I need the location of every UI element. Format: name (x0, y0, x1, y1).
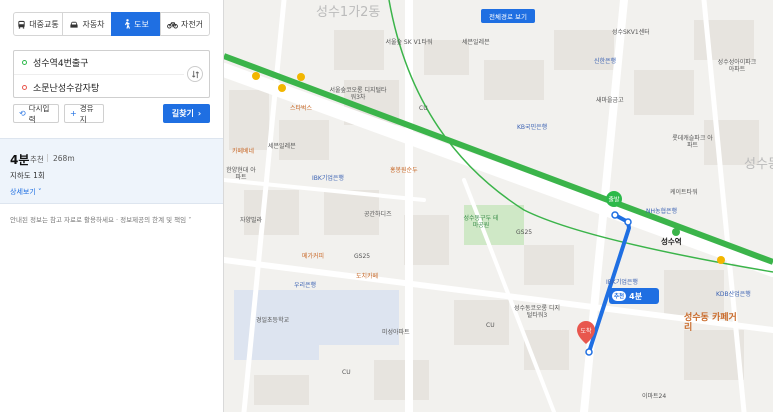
start-field-value: 성수역4번출구 (33, 59, 89, 69)
place-label: 서울숲 SK V1타워 (385, 39, 433, 46)
store-label: CU (486, 322, 495, 329)
place-label: 케이트타워 (670, 189, 698, 196)
store-label: GS25 (354, 253, 371, 260)
route-time: 4분 (10, 153, 30, 167)
bank-label: KB국민은행 (517, 124, 548, 131)
end-field-value: 소문난성수감자탕 (33, 83, 100, 94)
full-route-label: 전체경로 보기 (489, 13, 527, 21)
route-distance: 268m (53, 154, 75, 163)
bike-icon (167, 20, 178, 29)
store-label: 세븐일레븐 (268, 143, 296, 150)
notice-text: 안내된 정보는 참고 자료로 활용하세요 · 정보제공의 한계 및 책임 (10, 216, 187, 224)
tab-bike[interactable]: 자전거 (160, 12, 210, 36)
poi-label: 스타벅스 (290, 105, 313, 112)
swap-icon (191, 70, 199, 78)
info-notice: 안내된 정보는 참고 자료로 활용하세요 · 정보제공의 한계 및 책임 ˅ (10, 214, 191, 224)
route-time-bubble[interactable]: 추천 4분 (609, 288, 659, 304)
store-label: 이마트24 (642, 393, 667, 400)
search-route-label: 길찾기 (171, 109, 194, 118)
store-label: GS25 (516, 229, 533, 236)
poi-label: 메가커피 (302, 253, 325, 260)
map-view[interactable]: 출발 도착 성수1가2동 성수동 성수동 카페거리 성수역 성수동구두 테마공원… (224, 0, 773, 412)
place-label: 한양현대 아파트 (226, 167, 256, 181)
route-result[interactable]: 4분 추천 | 268m 지하도 1회 상세보기 ˅ (0, 138, 223, 204)
add-waypoint-button[interactable]: + 경유지 (64, 103, 104, 124)
tab-transit-label: 대중교통 (29, 19, 59, 29)
tab-car[interactable]: 자동차 (62, 12, 112, 36)
end-field[interactable]: 소문난성수감자탕 (14, 75, 184, 99)
place-label: 성수성아이파크 아파트 (717, 59, 757, 73)
tab-walk[interactable]: 도보 (111, 12, 161, 36)
station-label: 성수역 (661, 237, 682, 246)
bank-label: KDB산업은행 (716, 291, 751, 298)
refresh-icon: ⟲ (19, 109, 26, 118)
bank-label: 우리은행 (294, 282, 317, 289)
walk-icon (123, 19, 131, 29)
detail-link-label: 상세보기 (10, 188, 36, 196)
tab-bike-label: 자전거 (180, 19, 204, 29)
start-marker-label: 출발 (608, 196, 620, 204)
route-panel: 대중교통 자동차 도보 자전거 성수역4번출구 소문난성수감자탕 ⟲ 다시입력 … (0, 0, 224, 412)
place-label: 성수SKV1센터 (612, 29, 650, 36)
detail-link[interactable]: 상세보기 ˅ (10, 187, 42, 197)
chevron-down-icon: ˅ (38, 188, 42, 196)
place-label: 공간하디즈 (364, 211, 392, 218)
poi-label: 홍봉원순두 (390, 167, 418, 174)
route-node (611, 211, 619, 219)
area-label: 성수동 (744, 157, 773, 172)
swap-button[interactable] (187, 66, 203, 82)
school-zone (234, 290, 319, 360)
park-label: 성수동구두 테마공원 (463, 215, 499, 229)
bank-label: NH농협은행 (646, 208, 678, 215)
reset-label: 다시입력 (28, 103, 50, 124)
bank-label: 신한은행 (594, 58, 617, 65)
route-time-map: 4분 (629, 291, 643, 301)
reset-button[interactable]: ⟲ 다시입력 (13, 103, 59, 124)
start-field[interactable]: 성수역4번출구 (14, 51, 184, 75)
end-marker-label: 도착 (580, 327, 592, 335)
waypoint-label: 경유지 (79, 103, 94, 124)
chevron-right-icon: › (197, 109, 202, 118)
chevron-down-icon: ˅ (188, 216, 192, 224)
place-label: 미성아파트 (382, 329, 410, 336)
bus-icon (17, 20, 26, 29)
bank-label: IBK기업은행 (606, 279, 638, 286)
bank-label: IBK기업은행 (312, 175, 344, 182)
area-label: 성수1가2동 (316, 5, 381, 20)
store-label: CU (342, 369, 351, 376)
full-route-button[interactable]: 전체경로 보기 (481, 9, 535, 23)
school-label: 경일초등학교 (256, 317, 290, 324)
store-label: CU (419, 105, 428, 112)
place-label: 새마을금고 (596, 97, 624, 104)
district-label: 성수동 카페거리 (684, 313, 737, 333)
place-label: 롯데캐슬파크 아파트 (672, 135, 713, 149)
car-icon (69, 20, 79, 29)
map-canvas: 출발 도착 (224, 0, 773, 412)
separator: | (46, 153, 49, 162)
place-label: 자양빌라 (240, 217, 263, 224)
poi-label: 카페베네 (232, 148, 255, 155)
tab-car-label: 자동차 (82, 19, 105, 29)
route-crossings: 지하도 1회 (10, 171, 45, 180)
route-node (585, 348, 593, 356)
transport-mode-tabs: 대중교통 자동차 도보 자전거 (13, 12, 210, 36)
place-label: 서울숲코오롱 디지털타워3차 (329, 87, 387, 101)
start-dot-icon (22, 60, 27, 65)
route-points-box: 성수역4번출구 소문난성수감자탕 (13, 50, 210, 98)
end-dot-icon (22, 84, 27, 90)
plus-icon: + (70, 109, 77, 118)
route-badge: 추천 (612, 291, 627, 301)
store-label: 세븐일레븐 (462, 39, 490, 46)
tab-walk-label: 도보 (134, 19, 149, 29)
school-zone (319, 290, 399, 345)
tab-transit[interactable]: 대중교통 (13, 12, 63, 36)
search-route-button[interactable]: 길찾기 › (163, 104, 210, 123)
poi-label: 도치카페 (356, 273, 379, 280)
route-node (624, 218, 632, 226)
place-label: 성수동코오롱 디지털타워3 (513, 305, 561, 319)
recommended-badge: 추천 (30, 155, 44, 164)
